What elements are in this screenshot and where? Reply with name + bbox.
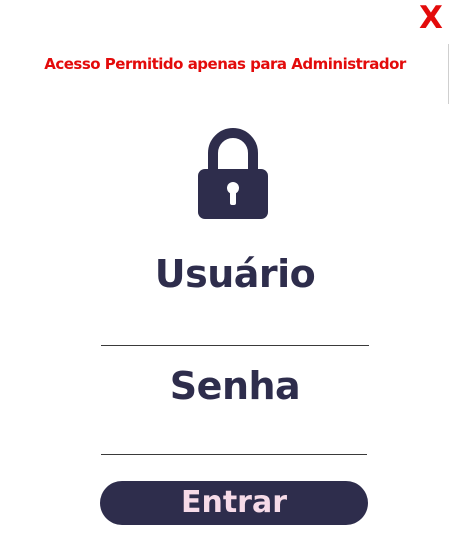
window-edge-divider	[448, 44, 449, 104]
login-button[interactable]: Entrar	[100, 481, 368, 525]
username-label: Usuário	[154, 252, 316, 296]
lock-icon	[196, 125, 270, 221]
close-icon[interactable]: X	[414, 0, 448, 36]
password-input[interactable]	[101, 454, 367, 455]
password-label: Senha	[169, 364, 301, 408]
username-input[interactable]	[101, 345, 369, 346]
admin-only-warning: Acesso Permitido apenas para Administrad…	[44, 55, 406, 73]
